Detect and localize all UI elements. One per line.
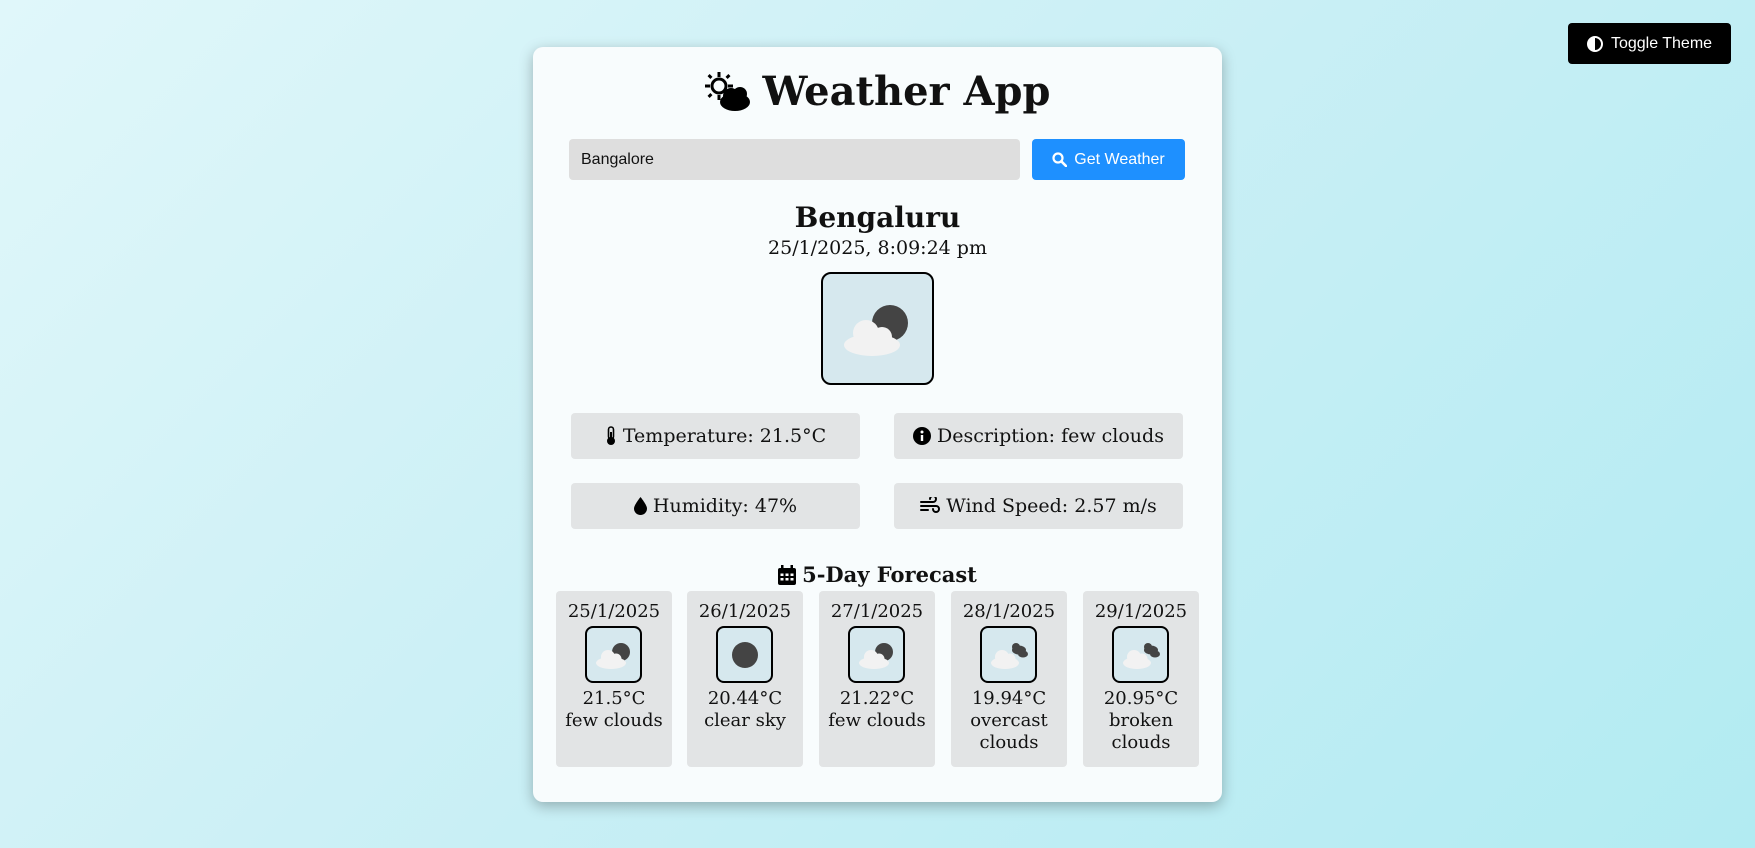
toggle-theme-button[interactable]: Toggle Theme	[1568, 23, 1731, 64]
forecast-icon-box	[716, 626, 773, 683]
few-clouds-night-icon	[595, 642, 630, 669]
humidity-stat: Humidity: 47%	[571, 483, 860, 529]
description-stat: Description: few clouds	[894, 413, 1183, 459]
forecast-day-card: 29/1/2025 20.95°C broken clouds	[1083, 591, 1199, 767]
half-circle-icon	[1586, 35, 1603, 52]
page-title: Weather App	[533, 67, 1222, 117]
forecast-day-card: 28/1/2025 19.94°C overcast clouds	[951, 591, 1067, 767]
weather-card: Weather App Get Weather Bengaluru 25/1/2…	[533, 47, 1222, 802]
wind-text: Wind Speed: 2.57 m/s	[946, 495, 1157, 517]
search-icon	[1052, 152, 1068, 167]
forecast-icon-box	[585, 626, 642, 683]
forecast-desc: clear sky	[704, 710, 786, 731]
forecast-date: 27/1/2025	[830, 601, 924, 622]
forecast-temp: 21.5°C	[582, 688, 646, 709]
forecast-temp: 21.22°C	[839, 688, 915, 709]
get-weather-label: Get Weather	[1074, 150, 1165, 168]
forecast-desc: few clouds	[828, 710, 926, 731]
forecast-temp: 20.44°C	[707, 688, 783, 709]
current-weather-icon	[821, 272, 934, 385]
forecast-heading-text: 5-Day Forecast	[802, 562, 977, 587]
forecast-heading: 5-Day Forecast	[533, 562, 1222, 588]
broken-clouds-icon	[1122, 642, 1160, 669]
info-circle-icon	[913, 427, 932, 445]
wind-stat: Wind Speed: 2.57 m/s	[894, 483, 1183, 529]
city-search-input[interactable]	[569, 139, 1020, 180]
temperature-stat: Temperature: 21.5°C	[571, 413, 860, 459]
partly-cloudy-night-icon	[843, 304, 908, 356]
forecast-icon-box	[848, 626, 905, 683]
forecast-desc: few clouds	[565, 710, 663, 731]
forecast-temp: 20.95°C	[1103, 688, 1179, 709]
forecast-icon-box	[980, 626, 1037, 683]
overcast-clouds-icon	[990, 642, 1028, 669]
forecast-icon-box	[1112, 626, 1169, 683]
forecast-desc: broken clouds	[1108, 710, 1174, 753]
app-title-text: Weather App	[762, 68, 1051, 115]
forecast-date: 28/1/2025	[962, 601, 1056, 622]
forecast-date: 29/1/2025	[1094, 601, 1188, 622]
forecast-day-card: 27/1/2025 21.22°C few clouds	[819, 591, 935, 767]
sun-cloud-icon	[705, 72, 751, 111]
calendar-icon	[778, 565, 797, 585]
forecast-date: 25/1/2025	[567, 601, 661, 622]
forecast-day-card: 26/1/2025 20.44°C clear sky	[687, 591, 803, 767]
get-weather-button[interactable]: Get Weather	[1032, 139, 1185, 180]
clear-night-icon	[731, 641, 758, 668]
wind-icon	[920, 497, 941, 513]
temperature-text: Temperature: 21.5°C	[622, 425, 827, 447]
forecast-day-card: 25/1/2025 21.5°C few clouds	[556, 591, 672, 767]
water-drop-icon	[633, 497, 647, 515]
current-datetime: 25/1/2025, 8:09:24 pm	[768, 237, 987, 259]
forecast-temp: 19.94°C	[971, 688, 1047, 709]
forecast-date: 26/1/2025	[698, 601, 792, 622]
few-clouds-night-icon	[858, 642, 893, 669]
description-text: Description: few clouds	[937, 425, 1164, 447]
forecast-desc: overcast clouds	[970, 710, 1048, 753]
humidity-text: Humidity: 47%	[652, 495, 798, 517]
toggle-theme-label: Toggle Theme	[1610, 34, 1713, 52]
city-name: Bengaluru	[794, 201, 961, 234]
thermometer-icon	[606, 426, 615, 445]
